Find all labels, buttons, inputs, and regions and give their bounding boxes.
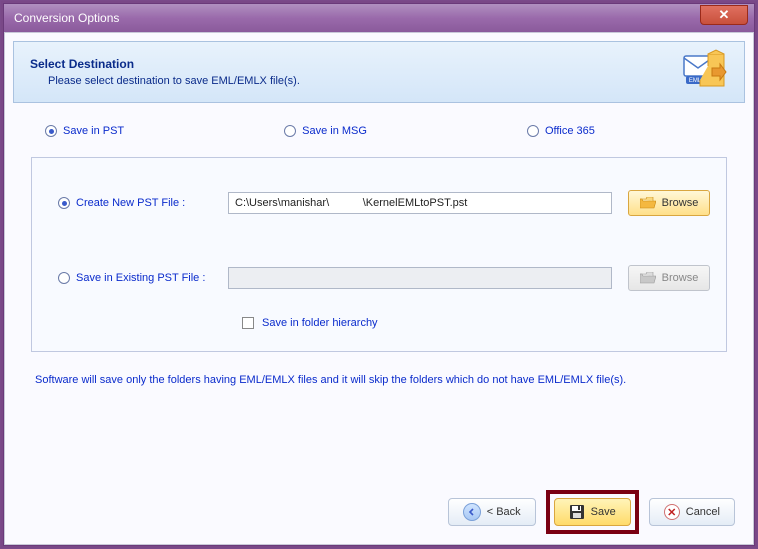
radio-icon bbox=[58, 197, 70, 209]
radio-icon bbox=[527, 125, 539, 137]
radio-create-new-pst[interactable]: Create New PST File : bbox=[58, 197, 185, 209]
button-label: Browse bbox=[662, 272, 699, 284]
button-label: Browse bbox=[662, 197, 699, 209]
button-label: < Back bbox=[487, 506, 521, 518]
format-radio-group: Save in PST Save in MSG Office 365 bbox=[5, 103, 753, 153]
eml-export-icon: EML bbox=[680, 48, 728, 96]
title-bar: Conversion Options ✕ bbox=[4, 4, 754, 32]
floppy-disk-icon bbox=[569, 504, 585, 520]
back-button[interactable]: < Back bbox=[448, 498, 536, 526]
close-button[interactable]: ✕ bbox=[700, 5, 748, 25]
cancel-button[interactable]: ✕ Cancel bbox=[649, 498, 735, 526]
radio-label: Save in MSG bbox=[302, 125, 367, 137]
button-label: Save bbox=[591, 506, 616, 518]
hierarchy-checkbox-row[interactable]: Save in folder hierarchy bbox=[32, 315, 726, 343]
header-title: Select Destination bbox=[30, 57, 680, 71]
radio-icon bbox=[58, 272, 70, 284]
close-icon: ✕ bbox=[719, 7, 730, 23]
existing-pst-path-input bbox=[228, 267, 612, 289]
footer-buttons: < Back Save ✕ Cancel bbox=[448, 490, 735, 534]
radio-save-pst[interactable]: Save in PST bbox=[45, 125, 124, 137]
browse-existing-pst-button: Browse bbox=[628, 265, 710, 291]
folder-open-icon bbox=[640, 272, 656, 284]
radio-icon bbox=[284, 125, 296, 137]
checkbox-label: Save in folder hierarchy bbox=[262, 317, 378, 329]
pst-options-panel: Create New PST File : Browse bbox=[31, 157, 727, 352]
radio-label: Save in PST bbox=[63, 125, 124, 137]
folder-open-icon bbox=[640, 197, 656, 209]
checkbox-icon bbox=[242, 317, 254, 329]
arrow-left-icon bbox=[463, 503, 481, 521]
dialog-body: Select Destination Please select destina… bbox=[4, 32, 754, 545]
radio-office-365[interactable]: Office 365 bbox=[527, 125, 595, 137]
create-new-row: Create New PST File : Browse bbox=[32, 166, 726, 240]
new-pst-path-input[interactable] bbox=[228, 192, 612, 214]
radio-save-msg[interactable]: Save in MSG bbox=[284, 125, 367, 137]
header-subtitle: Please select destination to save EML/EM… bbox=[48, 75, 680, 87]
radio-label: Create New PST File : bbox=[76, 197, 185, 209]
header-band: Select Destination Please select destina… bbox=[13, 41, 745, 103]
radio-icon bbox=[45, 125, 57, 137]
radio-label: Save in Existing PST File : bbox=[76, 272, 205, 284]
button-label: Cancel bbox=[686, 506, 720, 518]
cancel-x-icon: ✕ bbox=[664, 504, 680, 520]
radio-label: Office 365 bbox=[545, 125, 595, 137]
browse-new-pst-button[interactable]: Browse bbox=[628, 190, 710, 216]
dialog-window: Conversion Options ✕ Select Destination … bbox=[3, 3, 755, 546]
save-button[interactable]: Save bbox=[554, 498, 631, 526]
window-title: Conversion Options bbox=[14, 11, 119, 25]
radio-existing-pst[interactable]: Save in Existing PST File : bbox=[58, 272, 205, 284]
existing-row: Save in Existing PST File : Browse bbox=[32, 240, 726, 315]
save-highlight-frame: Save bbox=[546, 490, 639, 534]
info-note: Software will save only the folders havi… bbox=[5, 352, 753, 386]
